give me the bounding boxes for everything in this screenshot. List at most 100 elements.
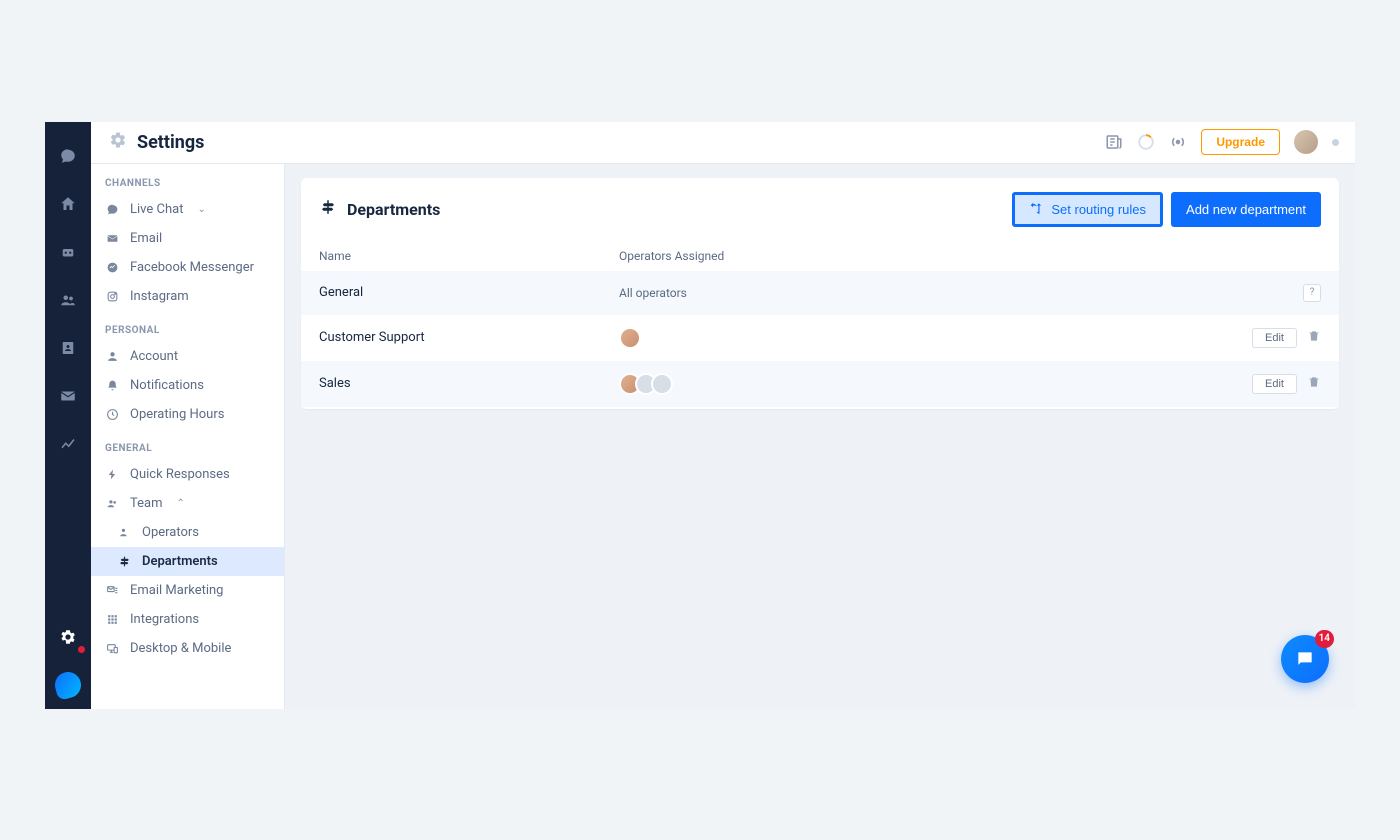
rail-logo-icon[interactable] — [45, 661, 91, 709]
main-content: Departments Set routing rules Add new de… — [285, 122, 1355, 709]
chevron-down-icon: ⌄ — [197, 204, 205, 215]
sidebar-item-label: Email Marketing — [130, 583, 223, 598]
sidebar-item-quick[interactable]: Quick Responses — [91, 460, 284, 489]
operator-avatar-icon — [651, 373, 673, 395]
table-row[interactable]: General All operators ? — [301, 271, 1339, 315]
app-window: Settings Upgrade — [45, 122, 1355, 709]
sidebar-item-team[interactable]: Team ⌃ — [91, 489, 284, 518]
signpost-icon — [117, 555, 132, 568]
fab-badge: 14 — [1315, 630, 1334, 648]
route-icon — [1029, 201, 1043, 218]
sidebar-item-label: Quick Responses — [130, 467, 230, 482]
avatar[interactable] — [1294, 130, 1318, 154]
table-row[interactable]: Customer Support Edit — [301, 315, 1339, 361]
sidebar-item-label: Operators — [142, 525, 199, 540]
sidebar-item-label: Email — [130, 231, 162, 246]
panel-title: Departments — [319, 198, 440, 220]
page-title-text: Settings — [137, 132, 204, 153]
departments-panel: Departments Set routing rules Add new de… — [301, 178, 1339, 409]
messenger-icon — [105, 261, 120, 274]
rail-people-icon[interactable] — [45, 276, 91, 324]
section-channels-title: CHANNELS — [91, 164, 284, 195]
help-icon[interactable]: ? — [1303, 284, 1321, 302]
table-row[interactable]: Sales Edit — [301, 361, 1339, 407]
sidebar-item-livechat[interactable]: Live Chat ⌄ — [91, 195, 284, 224]
topbar-right: Upgrade — [1105, 129, 1339, 155]
chat-bubble-icon — [105, 203, 120, 216]
user-icon — [105, 350, 120, 363]
row-operators — [619, 373, 1201, 395]
loader-icon[interactable] — [1137, 133, 1155, 151]
column-name: Name — [319, 249, 619, 263]
sidebar-item-label: Operating Hours — [130, 407, 224, 422]
sidebar-item-label: Live Chat — [130, 202, 183, 217]
upgrade-button[interactable]: Upgrade — [1201, 129, 1280, 155]
page-title: Settings — [109, 131, 204, 154]
settings-sidebar: CHANNELS Live Chat ⌄ Email Facebook Mess… — [91, 122, 285, 709]
bell-icon — [105, 379, 120, 392]
lightning-icon — [105, 468, 120, 481]
sidebar-item-label: Instagram — [130, 289, 189, 304]
sidebar-item-desktop-mobile[interactable]: Desktop & Mobile — [91, 634, 284, 663]
sidebar-item-label: Integrations — [130, 612, 199, 627]
sidebar-item-email[interactable]: Email — [91, 224, 284, 253]
sidebar-item-label: Departments — [142, 554, 218, 569]
sidebar-item-label: Account — [130, 349, 178, 364]
panel-header: Departments Set routing rules Add new de… — [301, 178, 1339, 241]
sidebar-item-label: Facebook Messenger — [130, 260, 254, 275]
chevron-up-icon: ⌃ — [177, 498, 185, 509]
rail-contacts-icon[interactable] — [45, 324, 91, 372]
sidebar-item-account[interactable]: Account — [91, 342, 284, 371]
trash-icon[interactable] — [1307, 375, 1321, 393]
sidebar-item-notifications[interactable]: Notifications — [91, 371, 284, 400]
section-general-title: GENERAL — [91, 429, 284, 460]
table-header: Name Operators Assigned — [301, 241, 1339, 271]
section-personal-title: PERSONAL — [91, 311, 284, 342]
status-dot — [1332, 139, 1339, 146]
add-department-button[interactable]: Add new department — [1171, 192, 1321, 227]
rail-chat-icon[interactable] — [45, 132, 91, 180]
signpost-icon — [319, 198, 337, 220]
sidebar-item-departments[interactable]: Departments — [91, 547, 284, 576]
sidebar-item-operators[interactable]: Operators — [91, 518, 284, 547]
chat-fab[interactable]: 14 — [1281, 635, 1329, 683]
edit-button[interactable]: Edit — [1252, 374, 1297, 394]
operator-avatar-icon — [619, 327, 641, 349]
people-icon — [105, 497, 120, 510]
gear-icon — [109, 131, 127, 154]
sidebar-item-messenger[interactable]: Facebook Messenger — [91, 253, 284, 282]
sidebar-item-label: Notifications — [130, 378, 204, 393]
sidebar-item-email-marketing[interactable]: Email Marketing — [91, 576, 284, 605]
sidebar-item-label: Desktop & Mobile — [130, 641, 231, 656]
column-operators: Operators Assigned — [619, 249, 1201, 263]
rail-analytics-icon[interactable] — [45, 420, 91, 468]
clock-icon — [105, 408, 120, 421]
topbar: Settings Upgrade — [91, 122, 1355, 164]
instagram-icon — [105, 290, 120, 303]
sidebar-item-label: Team — [130, 496, 163, 511]
envelope-icon — [105, 232, 120, 245]
rail-mail-icon[interactable] — [45, 372, 91, 420]
icon-rail — [45, 122, 91, 709]
panel-title-text: Departments — [347, 200, 440, 219]
trash-icon[interactable] — [1307, 329, 1321, 347]
grid-icon — [105, 613, 120, 626]
broadcast-icon[interactable] — [1169, 133, 1187, 151]
sidebar-item-integrations[interactable]: Integrations — [91, 605, 284, 634]
row-name: General — [319, 285, 619, 300]
mail-list-icon — [105, 584, 120, 597]
rail-home-icon[interactable] — [45, 180, 91, 228]
sidebar-item-hours[interactable]: Operating Hours — [91, 400, 284, 429]
news-icon[interactable] — [1105, 133, 1123, 151]
row-name: Sales — [319, 376, 619, 391]
sidebar-item-instagram[interactable]: Instagram — [91, 282, 284, 311]
rail-bot-icon[interactable] — [45, 228, 91, 276]
edit-button[interactable]: Edit — [1252, 328, 1297, 348]
devices-icon — [105, 642, 120, 655]
set-routing-rules-button[interactable]: Set routing rules — [1012, 192, 1163, 227]
rail-settings-icon[interactable] — [45, 613, 91, 661]
row-operators — [619, 327, 1201, 349]
operator-icon — [117, 526, 132, 539]
row-operators: All operators — [619, 286, 1201, 300]
row-name: Customer Support — [319, 330, 619, 345]
